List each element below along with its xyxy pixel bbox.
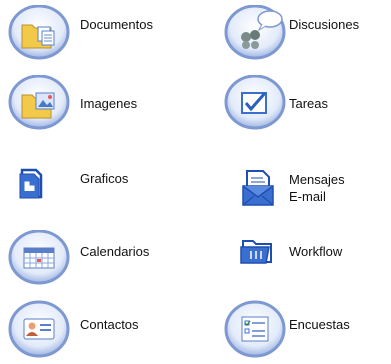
module-imagenes[interactable]: Imagenes [8,75,188,130]
module-label: Imagenes [80,96,138,111]
module-contactos[interactable]: Contactos [8,300,188,360]
module-label: Contactos [80,317,139,332]
contact-card-icon [8,300,70,358]
module-label: Discusiones [289,17,360,32]
module-label: Workflow [289,244,343,259]
task-checkbox-icon [224,75,286,130]
module-label: Documentos [80,17,153,32]
module-label-line2: E-mail [289,189,326,204]
module-encuestas[interactable]: Encuestas [224,300,391,360]
module-icon-grid: { "modules": { "documentos": {"label": "… [0,0,391,364]
module-label-line1: Mensajes [289,172,345,187]
module-calendarios[interactable]: Calendarios [8,230,188,285]
email-envelope-icon [242,170,274,206]
module-label: Encuestas [289,317,350,332]
module-label: Calendarios [80,244,150,259]
module-label: Mensajes E-mail [289,171,345,205]
discussion-people-icon [224,5,286,60]
module-label: Tareas [289,96,329,111]
workflow-folder-icon [240,240,272,264]
module-graficos[interactable]: Graficos [8,160,188,215]
folder-documents-icon [8,5,70,60]
module-workflow[interactable]: Workflow [224,230,391,285]
module-mensajes-email[interactable]: Mensajes E-mail [224,160,391,215]
graphics-chart-icon [19,168,43,199]
module-label: Graficos [80,171,129,186]
survey-list-icon [224,300,286,358]
module-documentos[interactable]: Documentos [8,5,188,60]
module-tareas[interactable]: Tareas [224,75,391,130]
folder-images-icon [8,75,70,130]
module-discusiones[interactable]: Discusiones [224,5,391,60]
calendar-icon [8,230,70,285]
